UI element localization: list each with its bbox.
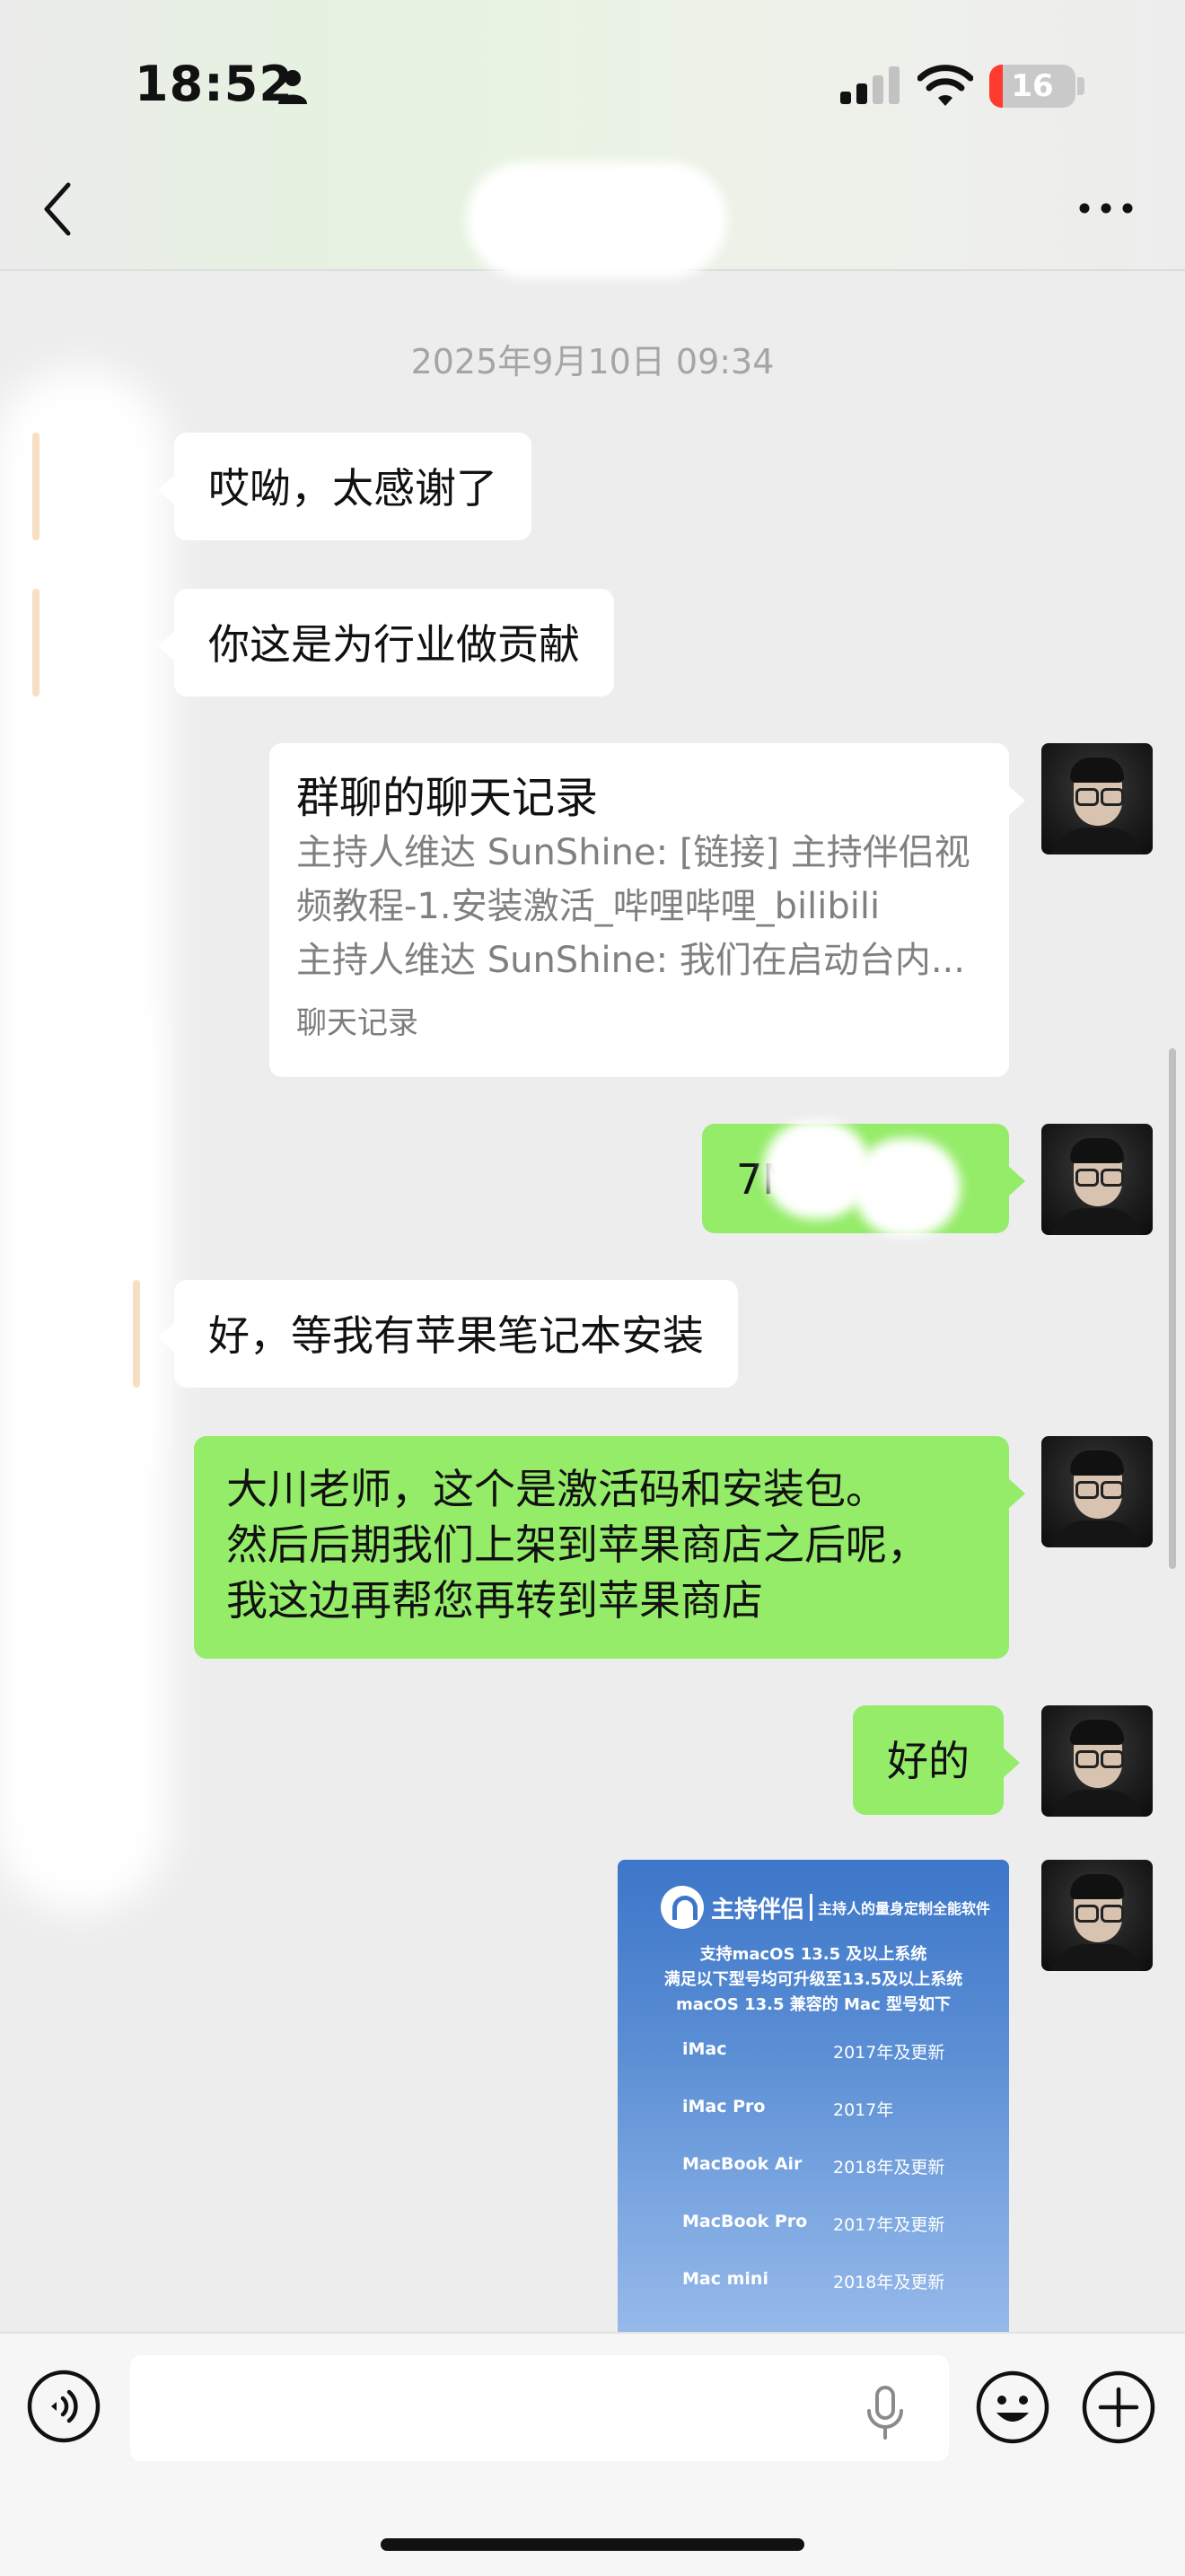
redaction-blur bbox=[763, 1120, 871, 1219]
message-bubble-outgoing[interactable]: 大川老师，这个是激活码和安装包。 然后后期我们上架到苹果商店之后呢， 我这边再帮… bbox=[194, 1436, 1025, 1659]
plus-icon[interactable] bbox=[1081, 2370, 1156, 2445]
battery-cap bbox=[1077, 77, 1084, 95]
brand-divider bbox=[810, 1894, 813, 1921]
more-icon[interactable] bbox=[1077, 199, 1135, 217]
model-name: MacBook Pro bbox=[682, 2212, 808, 2231]
mic-icon[interactable] bbox=[864, 2386, 907, 2440]
chat-title-redacted bbox=[467, 162, 727, 278]
avatar[interactable] bbox=[1041, 1436, 1153, 1547]
avatar[interactable] bbox=[1041, 1705, 1153, 1817]
image-message[interactable]: 主持伴侣 主持人的量身定制全能软件 支持macOS 13.5 及以上系统 满足以… bbox=[618, 1860, 1009, 2335]
message-text: 你这是为行业做贡献 bbox=[208, 620, 580, 669]
message-text: 我这边再帮您再转到苹果商店 bbox=[226, 1576, 763, 1625]
model-name: Mac mini bbox=[682, 2269, 768, 2289]
model-year: 2017年 bbox=[833, 2100, 894, 2120]
model-row: MacBook Air 2018年及更新 bbox=[682, 2154, 988, 2177]
voice-icon[interactable] bbox=[27, 2370, 101, 2443]
message-timestamp: 2025年9月10日 09:34 bbox=[410, 342, 775, 381]
navigation-bar: 18:52 16 bbox=[0, 0, 1185, 278]
redaction-blur bbox=[853, 1138, 961, 1237]
brand-name: 主持伴侣 bbox=[711, 1896, 805, 1923]
model-row: iMac Pro 2017年 bbox=[682, 2097, 988, 2120]
back-icon[interactable] bbox=[36, 180, 81, 239]
message-text: 哎呦，太感谢了 bbox=[208, 464, 497, 513]
model-year: 2017年及更新 bbox=[833, 2215, 945, 2235]
message-text: 好，等我有苹果笔记本安装 bbox=[208, 1311, 704, 1360]
signal-icon bbox=[840, 66, 900, 104]
avatar-edge bbox=[133, 1280, 140, 1388]
brand-slogan: 主持人的量身定制全能软件 bbox=[818, 1900, 991, 1917]
brand-header: 主持伴侣 主持人的量身定制全能软件 bbox=[661, 1885, 990, 1930]
chat-record-line: 主持人维达 SunShine: [链接] 主持伴侣视 bbox=[296, 832, 970, 873]
message-input[interactable] bbox=[130, 2355, 949, 2461]
message-bubble-incoming[interactable]: 哎呦，太感谢了 bbox=[158, 433, 531, 540]
avatar[interactable] bbox=[1041, 1124, 1153, 1235]
chat-record-card[interactable]: 群聊的聊天记录 主持人维达 SunShine: [链接] 主持伴侣视 频教程-1… bbox=[269, 743, 1025, 1077]
avatar-edge bbox=[32, 433, 40, 540]
model-name: iMac Pro bbox=[682, 2097, 766, 2116]
message-bubble-incoming[interactable]: 好，等我有苹果笔记本安装 bbox=[158, 1280, 738, 1388]
avatar[interactable] bbox=[1041, 743, 1153, 854]
message-bubble-outgoing[interactable]: 好的 bbox=[853, 1705, 1020, 1815]
message-text: 然后后期我们上架到苹果商店之后呢， bbox=[226, 1520, 928, 1569]
message-text: 好的 bbox=[887, 1737, 970, 1785]
chat-record-line: 频教程-1.安装激活_哔哩哔哩_bilibili bbox=[296, 886, 881, 927]
avatar[interactable] bbox=[1041, 1860, 1153, 1971]
image-subtitle: 满足以下型号均可升级至13.5及以上系统 bbox=[663, 1970, 963, 1989]
model-row: Mac mini 2018年及更新 bbox=[682, 2269, 988, 2292]
image-subtitle: 支持macOS 13.5 及以上系统 bbox=[699, 1945, 927, 1964]
model-row: MacBook Pro 2017年及更新 bbox=[682, 2212, 988, 2235]
model-row: iMac 2017年及更新 bbox=[682, 2039, 988, 2063]
battery-indicator: 16 bbox=[989, 65, 1075, 108]
model-year: 2018年及更新 bbox=[833, 2273, 945, 2292]
model-year: 2018年及更新 bbox=[833, 2158, 945, 2177]
wifi-icon bbox=[917, 65, 973, 106]
model-year: 2017年及更新 bbox=[833, 2043, 945, 2063]
model-name: iMac bbox=[682, 2039, 727, 2059]
status-time: 18:52 bbox=[135, 56, 294, 112]
person-icon bbox=[278, 70, 307, 104]
battery-level: 16 bbox=[1011, 68, 1054, 104]
message-bubble-incoming[interactable]: 你这是为行业做贡献 bbox=[158, 589, 614, 697]
image-subtitle: macOS 13.5 兼容的 Mac 型号如下 bbox=[675, 1995, 952, 2014]
emoji-icon[interactable] bbox=[975, 2370, 1050, 2445]
home-indicator[interactable] bbox=[381, 2538, 804, 2551]
message-text: 大川老师，这个是激活码和安装包。 bbox=[226, 1465, 887, 1513]
avatar-edge bbox=[32, 589, 40, 697]
chat-record-footer: 聊天记录 bbox=[296, 1005, 418, 1041]
headphone-logo-icon bbox=[661, 1886, 704, 1929]
chat-record-line: 主持人维达 SunShine: 我们在启动台内... bbox=[296, 940, 965, 981]
chat-record-title: 群聊的聊天记录 bbox=[296, 773, 599, 823]
scrollbar-thumb[interactable] bbox=[1169, 1048, 1176, 1569]
model-name: MacBook Air bbox=[682, 2154, 803, 2174]
redacted-avatars-2 bbox=[54, 987, 153, 1490]
